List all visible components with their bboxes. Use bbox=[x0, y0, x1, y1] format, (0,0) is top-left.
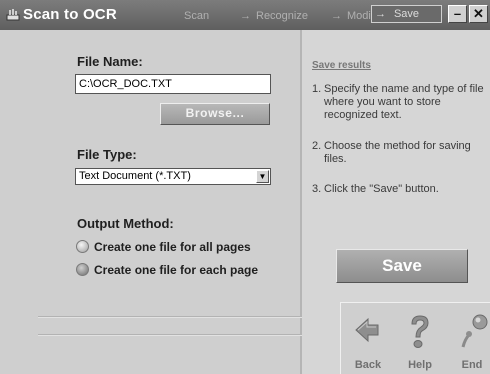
settings-panel: File Name: C:\OCR_DOC.TXT Browse... File… bbox=[0, 30, 302, 374]
end-label: End bbox=[461, 359, 483, 371]
step-text: Specify the name and type of file where … bbox=[324, 83, 484, 121]
step-number: 2. bbox=[312, 140, 322, 152]
browse-button[interactable]: Browse... bbox=[160, 103, 270, 125]
instruction-step-2: 2. Choose the method for saving files. bbox=[312, 140, 487, 166]
save-button[interactable]: Save bbox=[336, 249, 468, 283]
file-name-input[interactable]: C:\OCR_DOC.TXT bbox=[75, 74, 271, 94]
file-type-selected: Text Document (*.TXT) bbox=[79, 170, 191, 182]
help-panel: Save results 1. Specify the name and typ… bbox=[302, 30, 490, 374]
file-type-select[interactable]: Text Document (*.TXT) ▼ bbox=[75, 168, 271, 185]
step-number: 1. bbox=[312, 83, 322, 95]
navigation-panel: Back Help End bbox=[340, 302, 490, 374]
step-save-label: Save bbox=[393, 8, 420, 20]
file-name-label: File Name: bbox=[77, 54, 143, 69]
question-mark-icon bbox=[411, 315, 429, 348]
step-recognize[interactable]: Recognize bbox=[256, 10, 308, 22]
instruction-step-3: 3. Click the "Save" button. bbox=[312, 183, 487, 196]
step-scan[interactable]: Scan bbox=[184, 10, 209, 22]
help-button[interactable]: Help bbox=[397, 309, 443, 374]
radio-button-icon[interactable] bbox=[76, 240, 89, 253]
radio-button-selected-icon[interactable] bbox=[76, 263, 89, 276]
radio-label: Create one file for all pages bbox=[94, 240, 251, 254]
title-bar: Scan to OCR Scan → Recognize → Modify → … bbox=[0, 0, 490, 30]
help-title-link[interactable]: Save results bbox=[312, 60, 371, 71]
scanner-icon bbox=[5, 7, 21, 23]
arrow-icon: → bbox=[331, 10, 342, 22]
close-icon: ✕ bbox=[473, 6, 484, 21]
radio-label: Create one file for each page bbox=[94, 263, 259, 277]
app-title: Scan to OCR bbox=[23, 6, 117, 23]
instruction-step-1: 1. Specify the name and type of file whe… bbox=[312, 83, 487, 122]
scan-to-ocr-window: Scan to OCR Scan → Recognize → Modify → … bbox=[0, 0, 490, 374]
exit-icon bbox=[461, 314, 488, 348]
divider bbox=[38, 316, 302, 318]
close-button[interactable]: ✕ bbox=[469, 5, 488, 23]
help-label: Help bbox=[408, 359, 432, 371]
divider bbox=[38, 334, 302, 336]
arrow-icon: → bbox=[240, 10, 251, 22]
arrow-icon: → bbox=[375, 8, 386, 20]
end-button[interactable]: End bbox=[449, 309, 490, 374]
step-number: 3. bbox=[312, 183, 322, 195]
minimize-icon: – bbox=[453, 6, 462, 21]
step-text: Choose the method for saving files. bbox=[324, 140, 471, 165]
chevron-down-icon[interactable]: ▼ bbox=[256, 170, 269, 183]
step-save-active[interactable]: → Save bbox=[371, 5, 442, 23]
back-label: Back bbox=[354, 359, 382, 371]
left-arrow-icon bbox=[355, 317, 379, 343]
minimize-button[interactable]: – bbox=[448, 5, 467, 23]
output-method-label: Output Method: bbox=[77, 216, 174, 231]
step-text: Click the "Save" button. bbox=[324, 183, 439, 195]
back-button[interactable]: Back bbox=[345, 309, 391, 374]
file-type-label: File Type: bbox=[77, 147, 137, 162]
